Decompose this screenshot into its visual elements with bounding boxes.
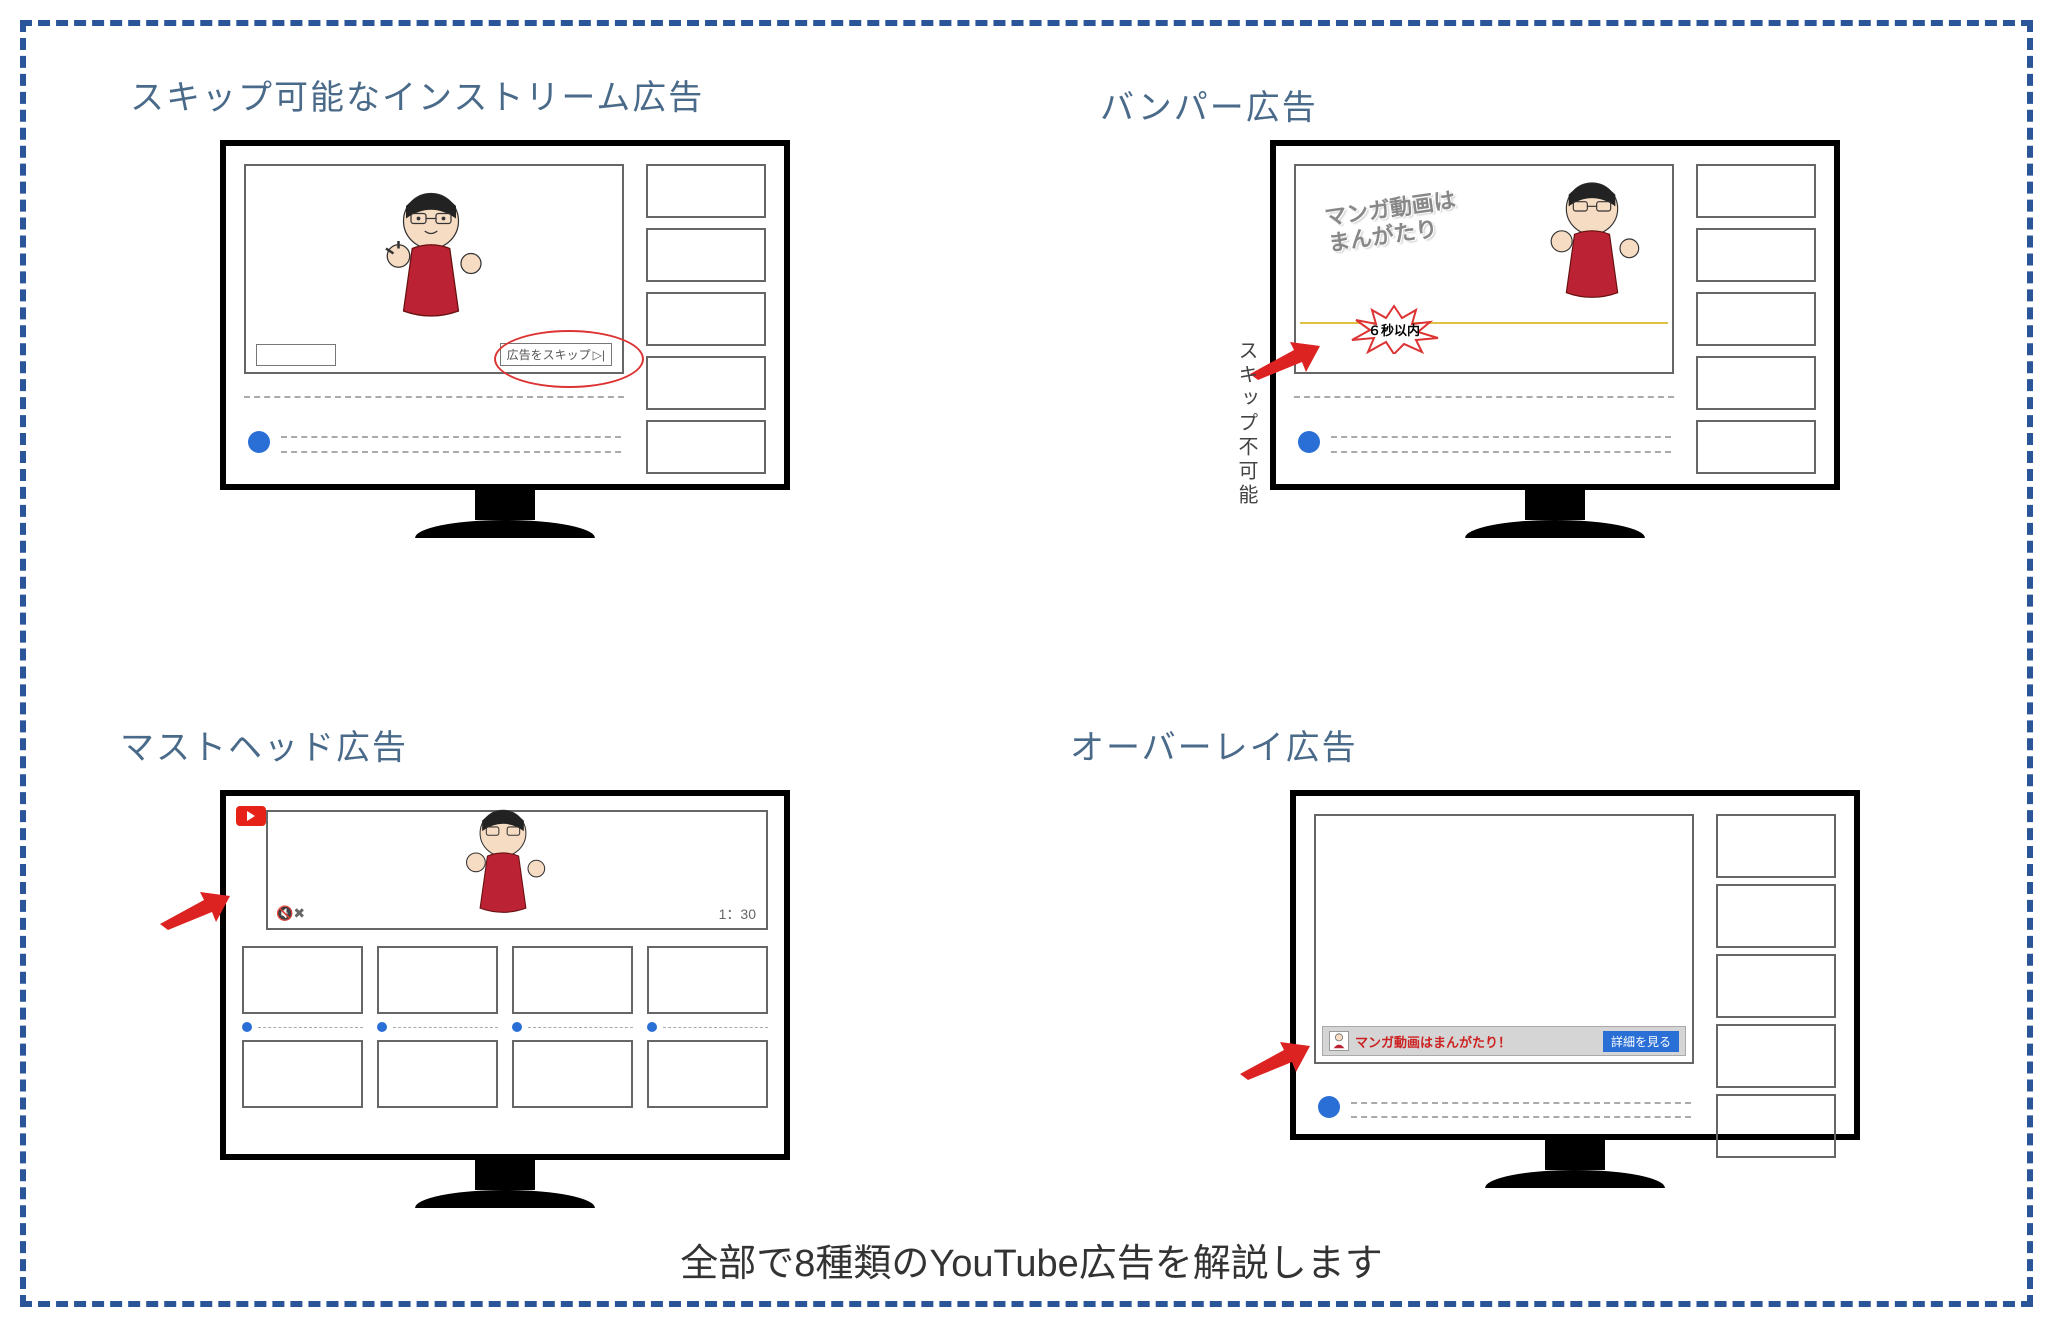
monitor-stand-base: [415, 520, 595, 538]
video-player: マンガ動画は まんがたり ６: [1294, 164, 1674, 374]
arrow-icon: [1240, 1040, 1310, 1080]
grid-thumb: [512, 1040, 633, 1108]
monitor-stand-neck: [475, 490, 535, 520]
monitor-stand-base: [1465, 520, 1645, 538]
grid-thumb: [377, 1040, 498, 1108]
suggested-thumbs: [1696, 164, 1816, 474]
grid-meta: [512, 1022, 633, 1032]
channel-avatar: [248, 431, 270, 453]
arrow-icon: [160, 890, 230, 930]
thumb: [1716, 1094, 1836, 1158]
thumb: [1716, 954, 1836, 1018]
monitor-masthead: 🔇✖ 1：30: [220, 790, 790, 1208]
meta-line: [1351, 1102, 1691, 1104]
video-player: マンガ動画はまんがたり！ 詳細を見る: [1314, 814, 1694, 1064]
overlay-thumb-icon: [1329, 1031, 1349, 1051]
thumb: [1716, 814, 1836, 878]
thumb: [646, 228, 766, 282]
title-overlay: オーバーレイ広告: [1070, 720, 1358, 769]
thumb: [646, 420, 766, 474]
thumb: [1696, 164, 1816, 218]
suggested-thumbs: [646, 164, 766, 474]
thumb: [646, 164, 766, 218]
meta-line: [244, 396, 624, 398]
thumb: [1696, 228, 1816, 282]
screen: マンガ動画はまんがたり！ 詳細を見る: [1290, 790, 1860, 1140]
channel-avatar: [1318, 1096, 1340, 1118]
channel-avatar: [1298, 431, 1320, 453]
monitor-overlay: マンガ動画はまんがたり！ 詳細を見る: [1290, 790, 1860, 1188]
grid-meta: [242, 1022, 363, 1032]
monitor-instream: 広告をスキップ ▷|: [220, 140, 790, 538]
overlay-ad-banner[interactable]: マンガ動画はまんがたり！ 詳細を見る: [1322, 1026, 1686, 1056]
monitor-bumper: マンガ動画は まんがたり ６: [1270, 140, 1840, 538]
youtube-logo-icon: [236, 806, 266, 826]
grid-thumb: [242, 1040, 363, 1108]
thumb: [1696, 420, 1816, 474]
monitor-stand-neck: [1525, 490, 1585, 520]
skip-icon: ▷|: [593, 348, 605, 362]
video-player: 広告をスキップ ▷|: [244, 164, 624, 374]
grid-thumb: [377, 946, 498, 1014]
grid-thumb: [647, 1040, 768, 1108]
overlay-text: マンガ動画はまんがたり！: [1355, 1032, 1597, 1051]
monitor-stand-base: [1485, 1170, 1665, 1188]
monitor-stand-neck: [1545, 1140, 1605, 1170]
title-bumper: バンパー広告: [1100, 80, 1318, 129]
bumper-side-note: スキップ不可能: [1232, 340, 1261, 508]
grid-thumb: [647, 946, 768, 1014]
skip-ad-label: 広告をスキップ: [507, 346, 591, 363]
thumb: [646, 356, 766, 410]
thumb: [1716, 884, 1836, 948]
thumb: [1716, 1024, 1836, 1088]
overlay-cta-button[interactable]: 詳細を見る: [1603, 1031, 1679, 1052]
meta-line: [1331, 436, 1671, 438]
thumb: [1696, 292, 1816, 346]
meta-line: [1294, 396, 1674, 398]
title-instream: スキップ可能なインストリーム広告: [130, 70, 704, 119]
burst-label: ６秒以内: [1368, 320, 1420, 339]
monitor-stand-base: [415, 1190, 595, 1208]
duration-label: 1：30: [719, 904, 756, 924]
suggested-thumbs: [1716, 814, 1836, 1158]
meta-line: [281, 451, 621, 453]
masthead-banner: 🔇✖ 1：30: [266, 810, 768, 930]
meta-line: [1351, 1116, 1691, 1118]
grid-meta: [647, 1022, 768, 1032]
duration-burst: ６秒以内: [1344, 304, 1444, 354]
screen: マンガ動画は まんがたり ６: [1270, 140, 1840, 490]
mute-icon: 🔇✖: [276, 905, 305, 922]
grid-meta: [377, 1022, 498, 1032]
screen: 🔇✖ 1：30: [220, 790, 790, 1160]
ad-indicator-box: [256, 344, 336, 366]
character-illustration: [448, 804, 558, 929]
title-masthead: マストヘッド広告: [120, 720, 408, 769]
character-illustration: [1532, 176, 1652, 316]
monitor-stand-neck: [475, 1160, 535, 1190]
screen: 広告をスキップ ▷|: [220, 140, 790, 490]
meta-line: [281, 436, 621, 438]
diagram-caption: 全部で8種類のYouTube広告を解説します: [0, 1232, 2063, 1287]
thumb: [646, 292, 766, 346]
grid-thumb: [242, 946, 363, 1014]
meta-line: [1331, 451, 1671, 453]
skip-ad-button[interactable]: 広告をスキップ ▷|: [500, 343, 612, 366]
thumb: [1696, 356, 1816, 410]
video-grid: [242, 946, 768, 1108]
grid-thumb: [512, 946, 633, 1014]
bumper-promo-text: マンガ動画は まんがたり: [1323, 187, 1461, 258]
character-illustration: [366, 186, 496, 336]
